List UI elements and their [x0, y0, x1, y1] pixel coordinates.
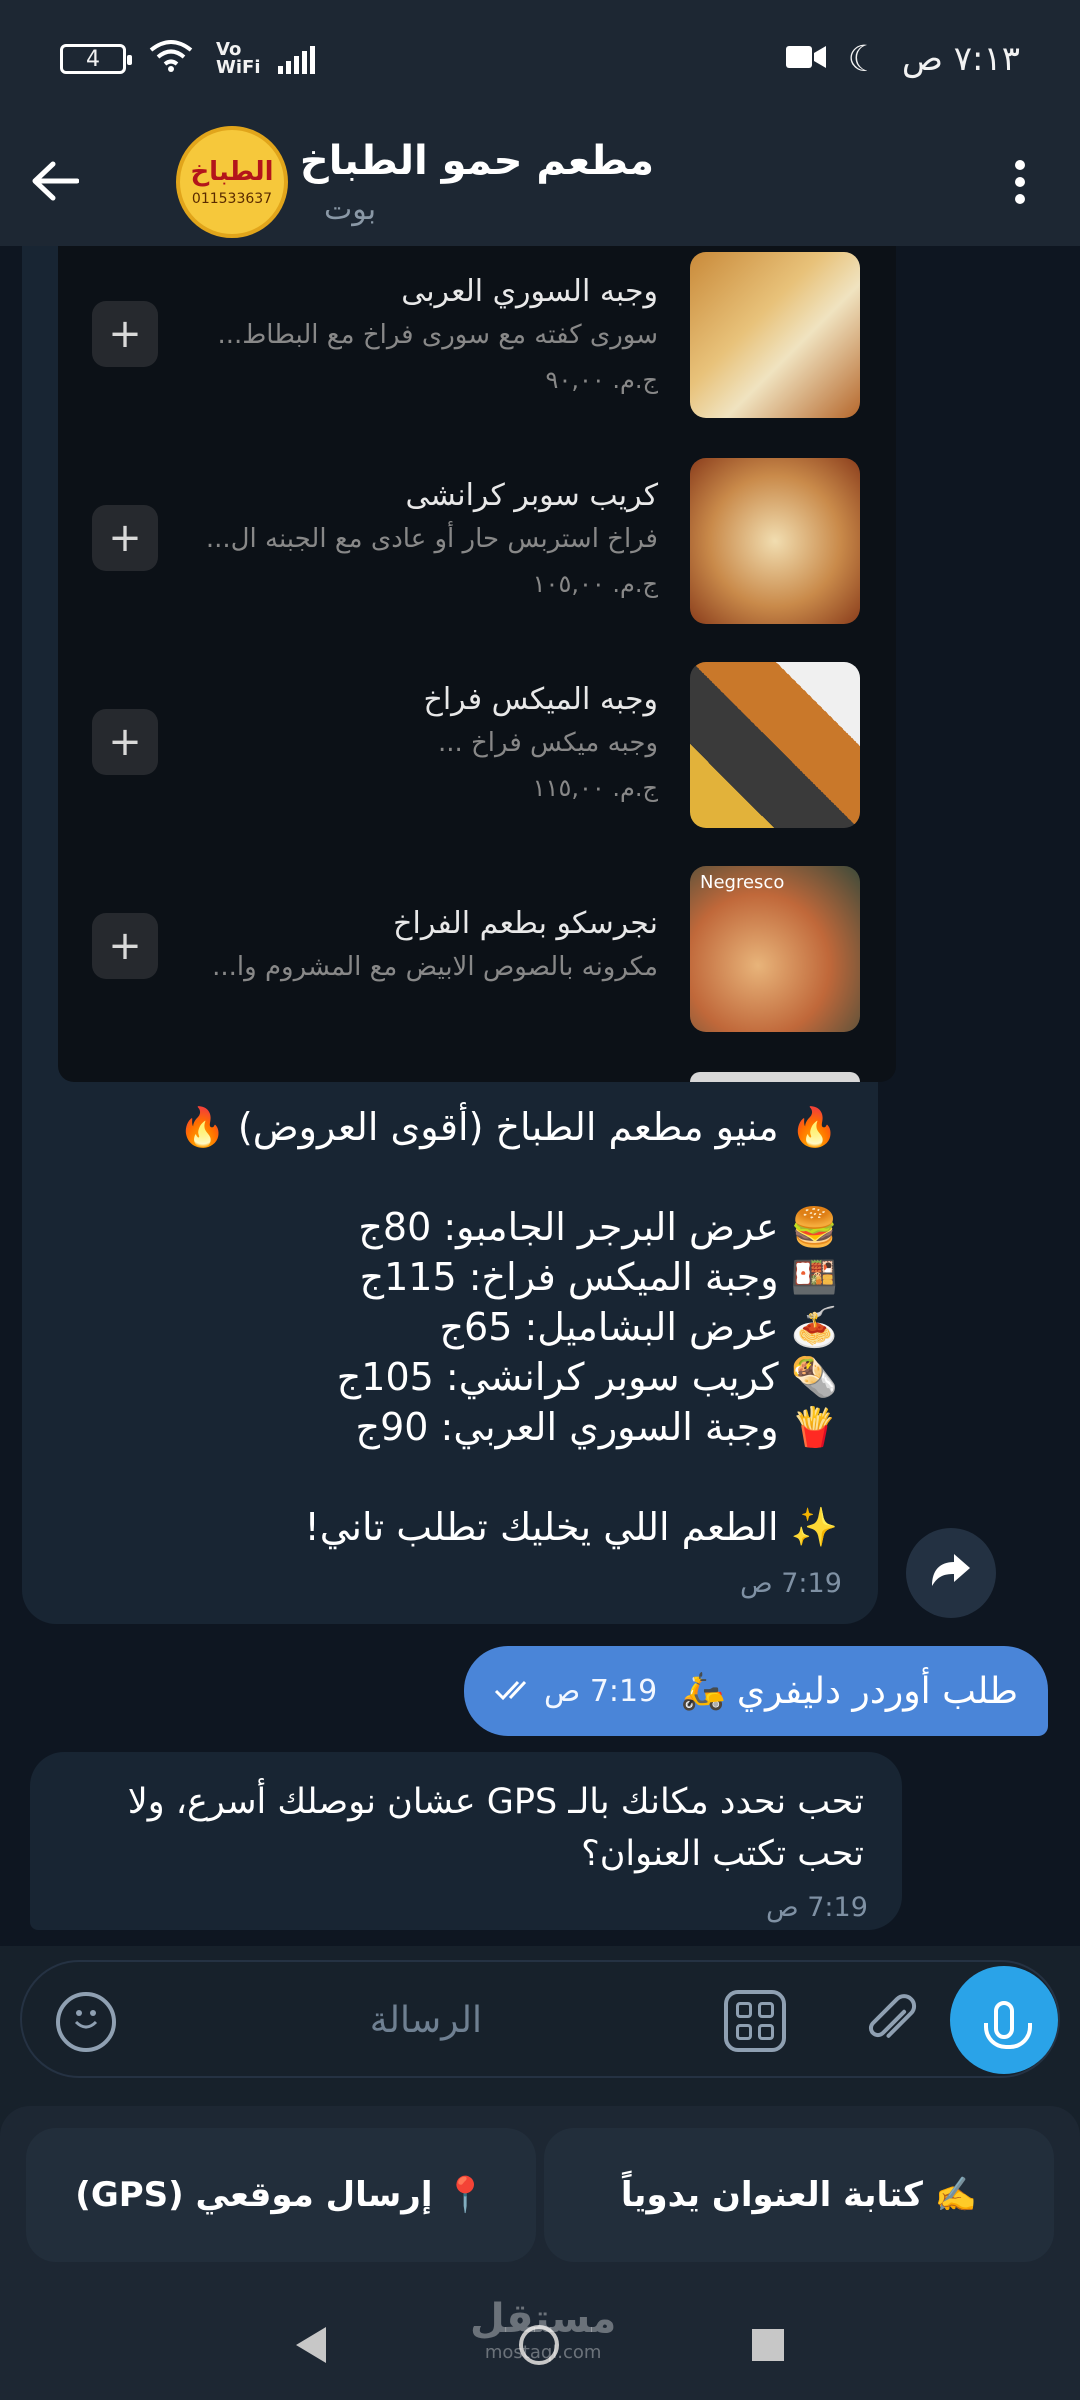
- menu-item-price: ج.م. ٩٠,٠٠: [545, 366, 658, 394]
- watermark-logo: مستقل: [470, 2296, 617, 2342]
- outgoing-time: 7:19 ص: [544, 1673, 658, 1709]
- nav-back-button[interactable]: [296, 2327, 327, 2363]
- chat-header: الطباخ 011533637 مطعم حمو الطباخ بوت: [0, 118, 1080, 246]
- menu-item: كريب سوبر كرانشى فراخ استربس حار أو عادى…: [58, 450, 896, 654]
- menu-item-name: وجبه السوري العربى: [401, 274, 658, 309]
- apps-button[interactable]: [724, 1990, 786, 2052]
- bot-avatar[interactable]: الطباخ 011533637: [176, 126, 288, 238]
- back-arrow-icon: [31, 150, 80, 215]
- watermark: مستقل mostaql.com: [470, 2296, 616, 2363]
- menu-card: وجبه السوري العربى سورى كفته مع سورى فرا…: [58, 246, 896, 1082]
- apps-icon-cell: [736, 2024, 752, 2040]
- more-vert-icon: [1015, 160, 1025, 170]
- add-item-button[interactable]: +: [92, 709, 158, 775]
- attach-button[interactable]: [838, 1974, 931, 2067]
- paperclip-icon: [849, 1985, 922, 2058]
- manual-address-button[interactable]: ✍️ كتابة العنوان يدوياً: [544, 2128, 1054, 2262]
- vowifi-label: Vo WiFi: [216, 39, 261, 78]
- add-item-button[interactable]: +: [92, 913, 158, 979]
- menu-item: وجبه الميكس فراخ وجبه ميكس فراخ ... ج.م.…: [58, 654, 896, 858]
- menu-item-name: كريب سوبر كرانشى: [405, 478, 658, 513]
- menu-item: وجبه السوري العربى سورى كفته مع سورى فرا…: [58, 246, 896, 450]
- status-left: 4 Vo WiFi: [60, 38, 315, 81]
- nav-recents-button[interactable]: [751, 2329, 784, 2361]
- voice-record-button[interactable]: [950, 1966, 1058, 2074]
- apps-icon-cell: [758, 2002, 774, 2018]
- menu-item: Negresco نجرسكو بطعم الفراخ مكرونه بالصو…: [58, 858, 896, 1062]
- more-vert-dot: [1015, 194, 1025, 204]
- message-time: 7:19 ص: [494, 1674, 657, 1709]
- video-icon: [785, 39, 826, 79]
- apps-icon-cell: [758, 2024, 774, 2040]
- message-input[interactable]: [162, 1990, 482, 2050]
- caption-line: 🌯 كريب سوبر كرانشي: 105ج: [336, 1355, 838, 1399]
- share-icon: [930, 1548, 972, 1599]
- dnd-moon-icon: ☾: [847, 38, 880, 80]
- caption-line: 🔥 منيو مطعم الطباخ (أقوى العروض) 🔥: [178, 1105, 838, 1149]
- chat-title-box[interactable]: مطعم حمو الطباخ بوت: [300, 138, 654, 227]
- menu-item-name: وجبه الميكس فراخ: [423, 682, 658, 717]
- caption-line: 🍟 وجبة السوري العربي: 90ج: [355, 1405, 838, 1449]
- incoming-time: 7:19 ص: [766, 1892, 868, 1923]
- chat-area[interactable]: وجبه السوري العربى سورى كفته مع سورى فرا…: [0, 246, 1080, 1946]
- bot-keyboard: 📍 إرسال موقعي (GPS) ✍️ كتابة العنوان يدو…: [0, 2106, 1080, 2290]
- menu-item-name: نجرسكو بطعم الفراخ: [393, 906, 658, 941]
- menu-item-price: ج.م. ١١٥,٠٠: [532, 774, 658, 802]
- thumb-label: Negresco: [700, 872, 785, 893]
- battery-icon: 4: [60, 44, 132, 74]
- caption-line: 🍱 وجبة الميكس فراخ: 115ج: [359, 1255, 838, 1299]
- outgoing-text: طلب أوردر دليفري 🛵: [680, 1671, 1018, 1712]
- avatar-phone: 011533637: [191, 191, 273, 207]
- status-time: ٧:١٣ ص: [901, 39, 1020, 79]
- add-item-button[interactable]: +: [92, 505, 158, 571]
- food-image: [690, 252, 860, 418]
- message-input-bar: [20, 1960, 1060, 2078]
- incoming-text: تحب نحدد مكانك بالـ GPS عشان نوصلك أسرع،…: [127, 1782, 864, 1874]
- food-image: [690, 458, 860, 624]
- menu-caption: 🔥 منيو مطعم الطباخ (أقوى العروض) 🔥 🍔 عرض…: [78, 1102, 838, 1552]
- avatar-logo-text: الطباخ: [190, 157, 274, 187]
- status-right: ☾ ٧:١٣ ص: [785, 38, 1020, 80]
- caption-line: 🍝 عرض البشاميل: 65ج: [439, 1305, 838, 1349]
- menu-item-desc: فراخ استربس حار أو عادى مع الجبنه ال...: [205, 524, 658, 554]
- add-item-button[interactable]: +: [92, 301, 158, 367]
- menu-message-bubble: وجبه السوري العربى سورى كفته مع سورى فرا…: [22, 246, 896, 1624]
- food-image: Negresco: [690, 866, 860, 1032]
- back-button[interactable]: [0, 118, 110, 246]
- chat-title: مطعم حمو الطباخ: [299, 137, 654, 184]
- more-menu-button[interactable]: [1000, 152, 1040, 212]
- wifi-icon: [148, 38, 194, 81]
- food-image: [690, 662, 860, 828]
- menu-item-desc: سورى كفته مع سورى فراخ مع البطاط...: [217, 320, 658, 350]
- chat-subtitle: بوت: [324, 191, 377, 227]
- microphone-icon: [984, 2001, 1032, 2049]
- signal-icon: [278, 44, 315, 74]
- menu-item-price: ج.م. ١٠٥,٠٠: [532, 570, 658, 598]
- more-vert-dot: [1015, 177, 1025, 187]
- caption-line: ✨ الطعم اللي يخليك تطلب تاني!: [304, 1505, 838, 1549]
- status-bar: 4 Vo WiFi ☾ ٧:١٣ ص: [0, 0, 1080, 118]
- emoji-button[interactable]: [56, 1992, 116, 2052]
- message-time: 7:19 ص: [740, 1568, 842, 1599]
- share-button[interactable]: [906, 1528, 996, 1618]
- watermark-url: mostaql.com: [484, 2342, 602, 2363]
- read-check-icon: [494, 1674, 536, 1709]
- send-location-button[interactable]: 📍 إرسال موقعي (GPS): [26, 2128, 536, 2262]
- outgoing-message: 7:19 ص طلب أوردر دليفري 🛵: [464, 1646, 1048, 1736]
- menu-item-desc: وجبه ميكس فراخ ...: [437, 728, 658, 758]
- caption-line: 🍔 عرض البرجر الجامبو: 80ج: [358, 1205, 838, 1249]
- next-item-peek: [690, 1072, 860, 1082]
- emoji-icon: [68, 2001, 104, 2043]
- menu-item-desc: مكرونه بالصوص الابيض مع المشروم وا...: [212, 952, 658, 982]
- apps-icon: [736, 2002, 752, 2018]
